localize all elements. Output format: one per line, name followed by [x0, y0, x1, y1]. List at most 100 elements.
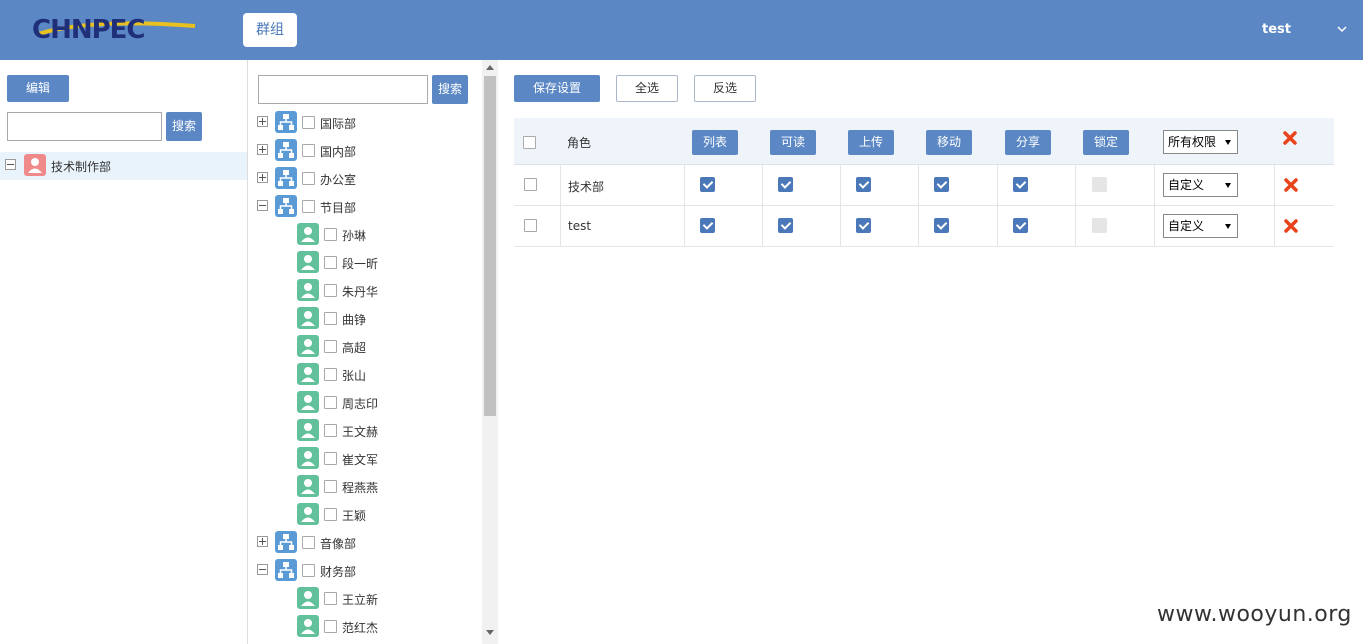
perm-header-move[interactable]: 移动	[926, 130, 972, 155]
tree-person-label[interactable]: 张山	[342, 367, 366, 384]
invert-selection-button[interactable]: 反选	[694, 75, 756, 102]
node-checkbox[interactable]	[302, 172, 315, 185]
node-checkbox[interactable]	[324, 284, 337, 297]
tree-person-label[interactable]: 高超	[342, 339, 366, 356]
permission-mode-select[interactable]: 自定义	[1163, 173, 1238, 197]
role-name: 技术部	[568, 180, 605, 194]
person-icon	[297, 419, 319, 441]
scroll-down-icon[interactable]	[486, 630, 494, 635]
svg-text:CHNPEC: CHNPEC	[32, 15, 145, 45]
expand-toggle[interactable]	[257, 116, 268, 127]
scroll-up-icon[interactable]	[486, 65, 494, 70]
column-divider	[1075, 206, 1076, 246]
tree-person-label[interactable]: 段一昕	[342, 255, 378, 272]
node-checkbox[interactable]	[302, 564, 315, 577]
tree-person-label[interactable]: 王文赫	[342, 423, 378, 440]
collapse-toggle[interactable]	[257, 564, 268, 575]
member-search-input[interactable]	[258, 75, 428, 104]
column-divider	[918, 165, 919, 205]
tree-org-label[interactable]: 国际部	[320, 115, 356, 132]
perm-checkbox-share[interactable]	[1013, 177, 1028, 192]
member-search-button[interactable]: 搜索	[432, 75, 468, 104]
group-tab[interactable]: 群组	[243, 13, 297, 47]
save-settings-button[interactable]: 保存设置	[514, 75, 600, 102]
node-checkbox[interactable]	[324, 620, 337, 633]
expand-toggle[interactable]	[257, 172, 268, 183]
node-checkbox[interactable]	[324, 508, 337, 521]
node-checkbox[interactable]	[324, 256, 337, 269]
person-icon	[297, 447, 319, 469]
tree-person-label[interactable]: 王颖	[342, 507, 366, 524]
person-icon	[297, 251, 319, 273]
perm-checkbox-upload[interactable]	[856, 218, 871, 233]
user-name[interactable]: test	[1262, 22, 1291, 37]
all-permissions-select[interactable]: 所有权限	[1163, 130, 1238, 154]
tree-person-label[interactable]: 曲铮	[342, 311, 366, 328]
tree-person-label[interactable]: 朱丹华	[342, 283, 378, 300]
perm-header-list[interactable]: 列表	[692, 130, 738, 155]
edit-button[interactable]: 编辑	[7, 75, 69, 102]
node-checkbox[interactable]	[302, 116, 315, 129]
select-all-checkbox[interactable]	[523, 136, 536, 149]
delete-row-icon[interactable]	[1283, 218, 1299, 234]
expand-toggle[interactable]	[257, 144, 268, 155]
perm-checkbox-upload[interactable]	[856, 177, 871, 192]
node-checkbox[interactable]	[324, 424, 337, 437]
tree-person-label[interactable]: 范红杰	[342, 619, 378, 636]
tree-node-label[interactable]: 技术制作部	[51, 158, 111, 175]
tree-org-label[interactable]: 节目部	[320, 199, 356, 216]
tree-org-label[interactable]: 音像部	[320, 535, 356, 552]
perm-header-share[interactable]: 分享	[1005, 130, 1051, 155]
delete-row-icon[interactable]	[1283, 177, 1299, 193]
tree-person-label[interactable]: 周志印	[342, 395, 378, 412]
node-checkbox[interactable]	[324, 228, 337, 241]
tree-person-label[interactable]: 崔文军	[342, 451, 378, 468]
scroll-thumb[interactable]	[484, 76, 496, 416]
perm-checkbox-list[interactable]	[700, 177, 715, 192]
node-checkbox[interactable]	[302, 536, 315, 549]
perm-checkbox-move[interactable]	[934, 177, 949, 192]
node-checkbox[interactable]	[324, 312, 337, 325]
tree-person-label[interactable]: 孙琳	[342, 227, 366, 244]
tree-org-label[interactable]: 财务部	[320, 563, 356, 580]
select-all-button[interactable]: 全选	[616, 75, 678, 102]
tree-person-label[interactable]: 王立新	[342, 591, 378, 608]
node-checkbox[interactable]	[324, 340, 337, 353]
scrollbar[interactable]	[482, 60, 498, 644]
node-checkbox[interactable]	[324, 592, 337, 605]
collapse-toggle[interactable]	[5, 159, 16, 170]
tree-org-label[interactable]: 办公室	[320, 171, 356, 188]
left-search-button[interactable]: 搜索	[166, 112, 202, 141]
delete-all-icon[interactable]	[1282, 130, 1298, 146]
perm-header-upload[interactable]: 上传	[848, 130, 894, 155]
perm-header-lock[interactable]: 锁定	[1083, 130, 1129, 155]
node-checkbox[interactable]	[324, 452, 337, 465]
column-divider	[1154, 165, 1155, 205]
perm-checkbox-move[interactable]	[934, 218, 949, 233]
collapse-toggle[interactable]	[257, 200, 268, 211]
tree-org-label[interactable]: 国内部	[320, 143, 356, 160]
permission-mode-select[interactable]: 自定义	[1163, 214, 1238, 238]
chevron-down-icon[interactable]	[1335, 22, 1349, 36]
org-chart-icon	[275, 531, 297, 553]
row-checkbox[interactable]	[524, 178, 537, 191]
chnpec-logo[interactable]: CHNPEC	[30, 14, 200, 46]
org-chart-icon	[275, 559, 297, 581]
expand-toggle[interactable]	[257, 536, 268, 547]
perm-checkbox-read[interactable]	[778, 177, 793, 192]
node-checkbox[interactable]	[324, 368, 337, 381]
node-checkbox[interactable]	[302, 144, 315, 157]
node-checkbox[interactable]	[324, 396, 337, 409]
person-icon	[297, 475, 319, 497]
perm-checkbox-share[interactable]	[1013, 218, 1028, 233]
perm-checkbox-read[interactable]	[778, 218, 793, 233]
left-search-input[interactable]	[7, 112, 162, 141]
permission-panel: 保存设置 全选 反选 角色 列表 可读 上传 移动 分享 锁定 所有权限 技术部…	[498, 60, 1363, 644]
row-checkbox[interactable]	[524, 219, 537, 232]
person-icon	[297, 335, 319, 357]
node-checkbox[interactable]	[302, 200, 315, 213]
perm-checkbox-list[interactable]	[700, 218, 715, 233]
node-checkbox[interactable]	[324, 480, 337, 493]
perm-header-read[interactable]: 可读	[770, 130, 816, 155]
tree-person-label[interactable]: 程燕燕	[342, 479, 378, 496]
